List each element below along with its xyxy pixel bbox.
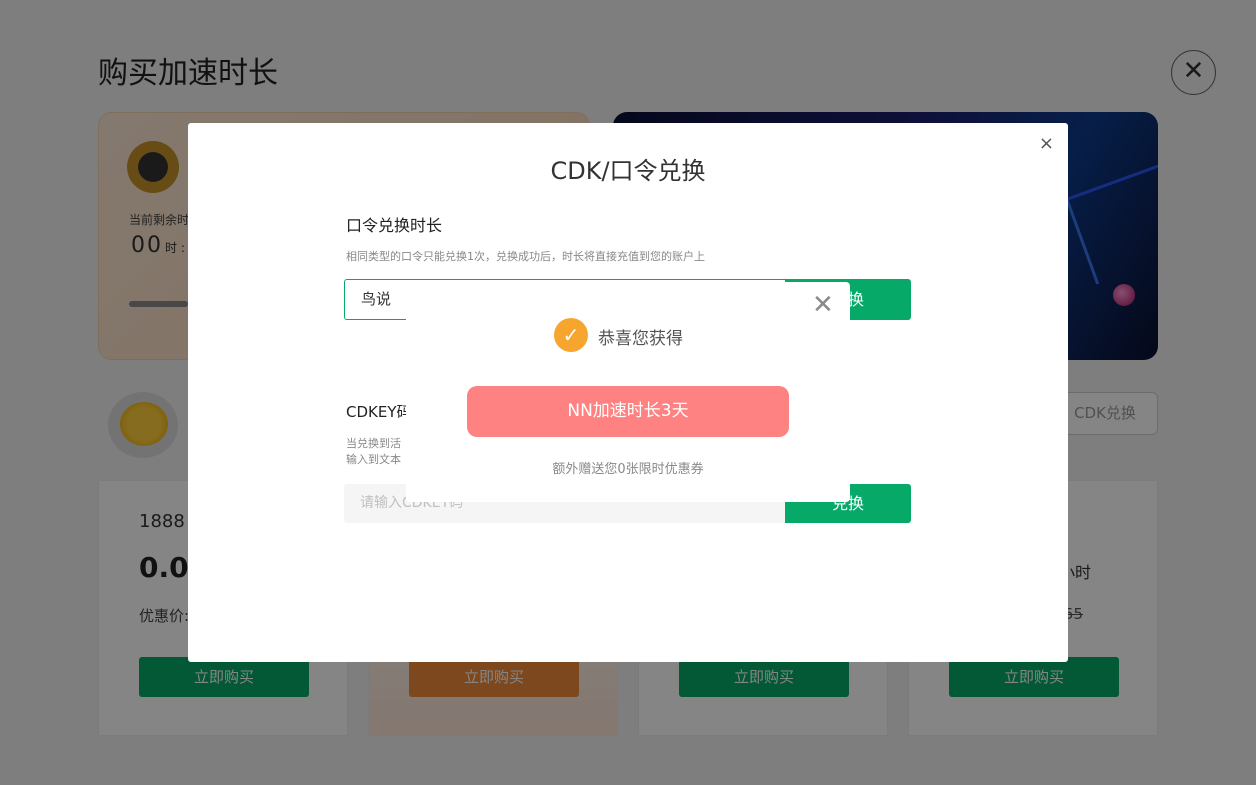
checkmark-icon: ✓: [554, 318, 588, 352]
reward-badge[interactable]: NN加速时长3天: [467, 386, 789, 437]
success-message: 恭喜您获得: [598, 329, 683, 349]
cdkey-section-title: CDKEY码: [346, 403, 412, 421]
close-icon[interactable]: ✕: [812, 290, 834, 320]
redeem-success-popup: ✕ ✓ 恭喜您获得 NN加速时长3天 额外赠送您0张限时优惠券: [406, 282, 850, 502]
password-section-title: 口令兑换时长: [346, 216, 443, 235]
dialog-title: CDK/口令兑换: [550, 157, 706, 185]
password-section-hint: 相同类型的口令只能兑换1次，兑换成功后，时长将直接充值到您的账户上: [346, 250, 705, 263]
bonus-coupon-text: 额外赠送您0张限时优惠券: [552, 462, 704, 477]
